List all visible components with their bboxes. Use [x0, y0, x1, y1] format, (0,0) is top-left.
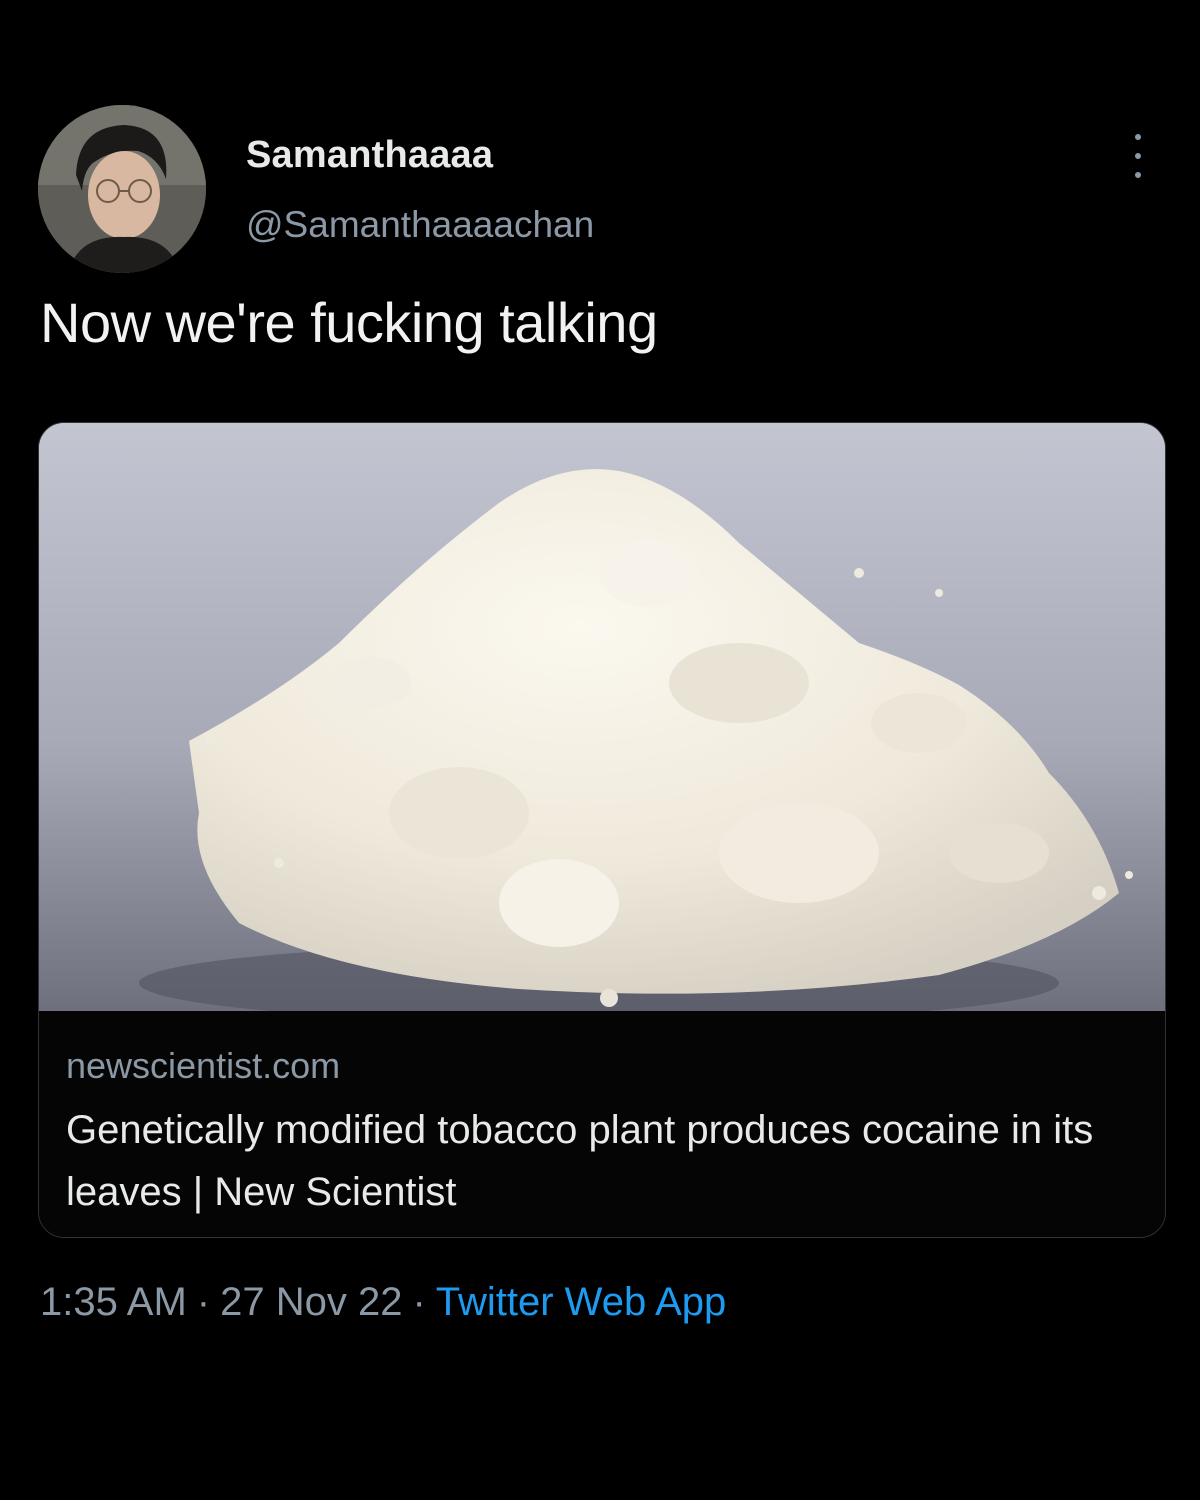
link-card-domain: newscientist.com	[66, 1045, 341, 1086]
more-dot	[1135, 172, 1141, 178]
link-card-title[interactable]: Genetically modified tobacco plant produ…	[66, 1099, 1126, 1223]
user-avatar-image	[38, 105, 206, 273]
link-card-info: newscientist.com Genetically modified to…	[39, 1011, 1165, 1237]
tweet-meta: 1:35 AM · 27 Nov 22 · Twitter Web App	[40, 1280, 726, 1325]
user-handle[interactable]: @Samanthaaaachan	[246, 204, 594, 246]
link-card-image	[39, 423, 1165, 1011]
meta-separator: ·	[412, 1280, 426, 1324]
white-powder-pile-image	[39, 423, 1165, 1011]
display-name[interactable]: Samanthaaaa	[246, 134, 493, 177]
tweet: Samanthaaaa @Samanthaaaachan Now we're f…	[0, 0, 1200, 1500]
link-card[interactable]: newscientist.com Genetically modified to…	[38, 422, 1166, 1238]
avatar[interactable]	[38, 105, 206, 273]
tweet-source-link[interactable]: Twitter Web App	[436, 1280, 727, 1324]
more-dot	[1135, 134, 1141, 140]
more-options-icon[interactable]	[1118, 134, 1158, 178]
tweet-text: Now we're fucking talking	[40, 291, 658, 354]
more-dot	[1135, 153, 1141, 159]
tweet-date[interactable]: 27 Nov 22	[220, 1280, 402, 1324]
meta-separator: ·	[196, 1280, 211, 1324]
tweet-time[interactable]: 1:35 AM	[40, 1280, 187, 1324]
